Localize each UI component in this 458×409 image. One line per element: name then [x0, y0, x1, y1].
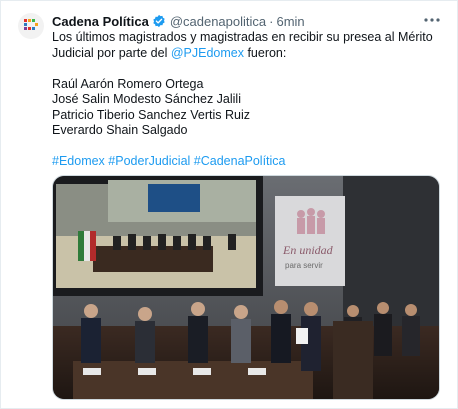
hashtag-line: #Edomex #PoderJudicial #CadenaPolítica: [52, 154, 424, 170]
tweet-text-fragment: Judicial por parte del: [52, 45, 171, 60]
mention-link[interactable]: @PJEdomex: [171, 46, 244, 60]
author-avatar[interactable]: [18, 13, 44, 39]
honoree-name: Patricio Tiberio Sanchez Vertis Ruiz: [52, 107, 251, 122]
honoree-name: José Salin Modesto Sánchez Jalili: [52, 92, 241, 106]
honoree-name: Raúl Aarón Romero Ortega: [52, 76, 204, 91]
verified-badge-icon: [152, 14, 166, 28]
banner-subtitle: para servir: [285, 261, 323, 270]
tweet-text-line: Los últimos magistrados y magistradas en…: [52, 30, 433, 44]
tweet-text-fragment: fueron:: [243, 45, 287, 60]
tweet-photo[interactable]: En unidad para servir: [52, 175, 440, 400]
more-options-icon[interactable]: [423, 13, 441, 27]
author-handle[interactable]: @cadenapolitica: [170, 14, 266, 29]
honoree-name: Everardo Shain Salgado: [52, 123, 188, 137]
header-separator: ·: [269, 13, 274, 29]
banner-title: En unidad: [282, 243, 334, 257]
hashtag-link[interactable]: #CadenaPolítica: [194, 154, 286, 168]
hashtag-link[interactable]: #PoderJudicial: [108, 154, 190, 168]
tweet-timestamp[interactable]: 6min: [276, 14, 304, 29]
tweet-header: Cadena Política @cadenapolitica · 6min: [52, 12, 305, 30]
tweet-card[interactable]: Cadena Política @cadenapolitica · 6min L…: [0, 0, 458, 409]
tweet-text: Los últimos magistrados y magistradas en…: [52, 30, 433, 170]
author-name[interactable]: Cadena Política: [52, 14, 149, 29]
hashtag-link[interactable]: #Edomex: [52, 154, 105, 168]
cadena-politica-logo-icon: [24, 19, 38, 30]
tweet-text-line: Judicial por parte del @PJEdomex fueron:: [52, 46, 424, 62]
